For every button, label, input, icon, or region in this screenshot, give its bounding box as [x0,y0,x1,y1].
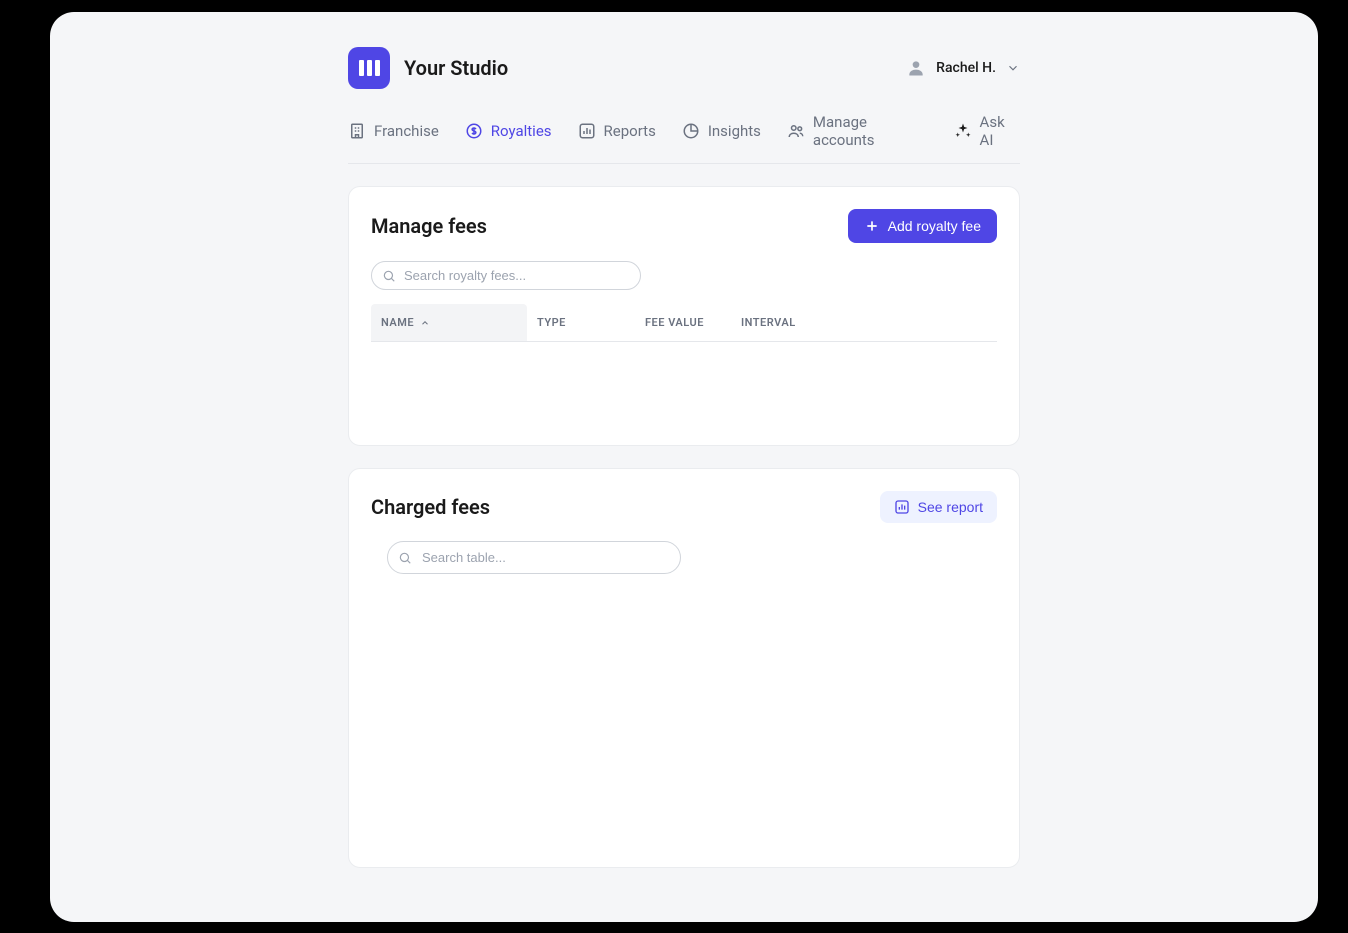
sort-asc-icon [420,318,430,328]
button-label: See report [918,499,983,515]
bar-chart-icon [894,499,910,515]
see-report-button[interactable]: See report [880,491,997,523]
manage-fees-card: Manage fees Add royalty fee [348,186,1020,446]
tab-manage-accounts[interactable]: Manage accounts [787,113,928,149]
users-icon [787,122,805,140]
building-icon [348,122,366,140]
pie-chart-icon [682,122,700,140]
search-icon [382,269,396,283]
tab-franchise[interactable]: Franchise [348,113,439,149]
search-table-input[interactable] [387,541,681,574]
content-wrapper: Your Studio Rachel H. Fra [148,12,1220,868]
search-royalty-fees-input[interactable] [371,261,641,290]
column-label: INTERVAL [741,316,796,329]
column-label: FEE VALUE [645,316,704,329]
bar-chart-icon [578,122,596,140]
card-header: Manage fees Add royalty fee [371,209,997,243]
plus-icon [864,218,880,234]
app-window: Your Studio Rachel H. Fra [50,12,1318,922]
tab-label: Royalties [491,122,552,140]
card-title: Charged fees [371,495,490,519]
column-header-interval[interactable]: INTERVAL [731,304,831,341]
user-name: Rachel H. [936,60,996,76]
tab-ask-ai[interactable]: Ask AI [954,113,1020,149]
brand-icon [348,47,390,89]
sparkle-icon [954,122,972,140]
chevron-down-icon [1006,61,1020,75]
button-label: Add royalty fee [888,218,981,234]
dollar-circle-icon [465,122,483,140]
tab-reports[interactable]: Reports [578,113,656,149]
search-container [371,261,997,290]
tab-insights[interactable]: Insights [682,113,761,149]
charged-fees-card: Charged fees See report [348,468,1020,868]
card-header: Charged fees See report [371,491,997,523]
avatar-icon [906,58,926,78]
search-icon [398,551,412,565]
tab-royalties[interactable]: Royalties [465,113,552,149]
table-header: NAME TYPE FEE VALUE INTERVAL [371,304,997,342]
brand-title: Your Studio [404,56,508,80]
add-royalty-fee-button[interactable]: Add royalty fee [848,209,997,243]
tab-label: Insights [708,122,761,140]
tab-label: Ask AI [980,113,1020,149]
column-header-fee-value[interactable]: FEE VALUE [635,304,731,341]
column-label: NAME [381,316,414,329]
column-header-type[interactable]: TYPE [527,304,635,341]
brand[interactable]: Your Studio [348,47,508,89]
column-header-name[interactable]: NAME [371,304,527,341]
tab-label: Franchise [374,122,439,140]
tabs: Franchise Royalties Reports [348,113,1020,164]
tab-label: Manage accounts [813,113,928,149]
header: Your Studio Rachel H. [348,12,1020,113]
tab-label: Reports [604,122,656,140]
card-title: Manage fees [371,214,487,238]
search-container [387,541,997,574]
user-menu[interactable]: Rachel H. [906,58,1020,78]
column-label: TYPE [537,316,566,329]
